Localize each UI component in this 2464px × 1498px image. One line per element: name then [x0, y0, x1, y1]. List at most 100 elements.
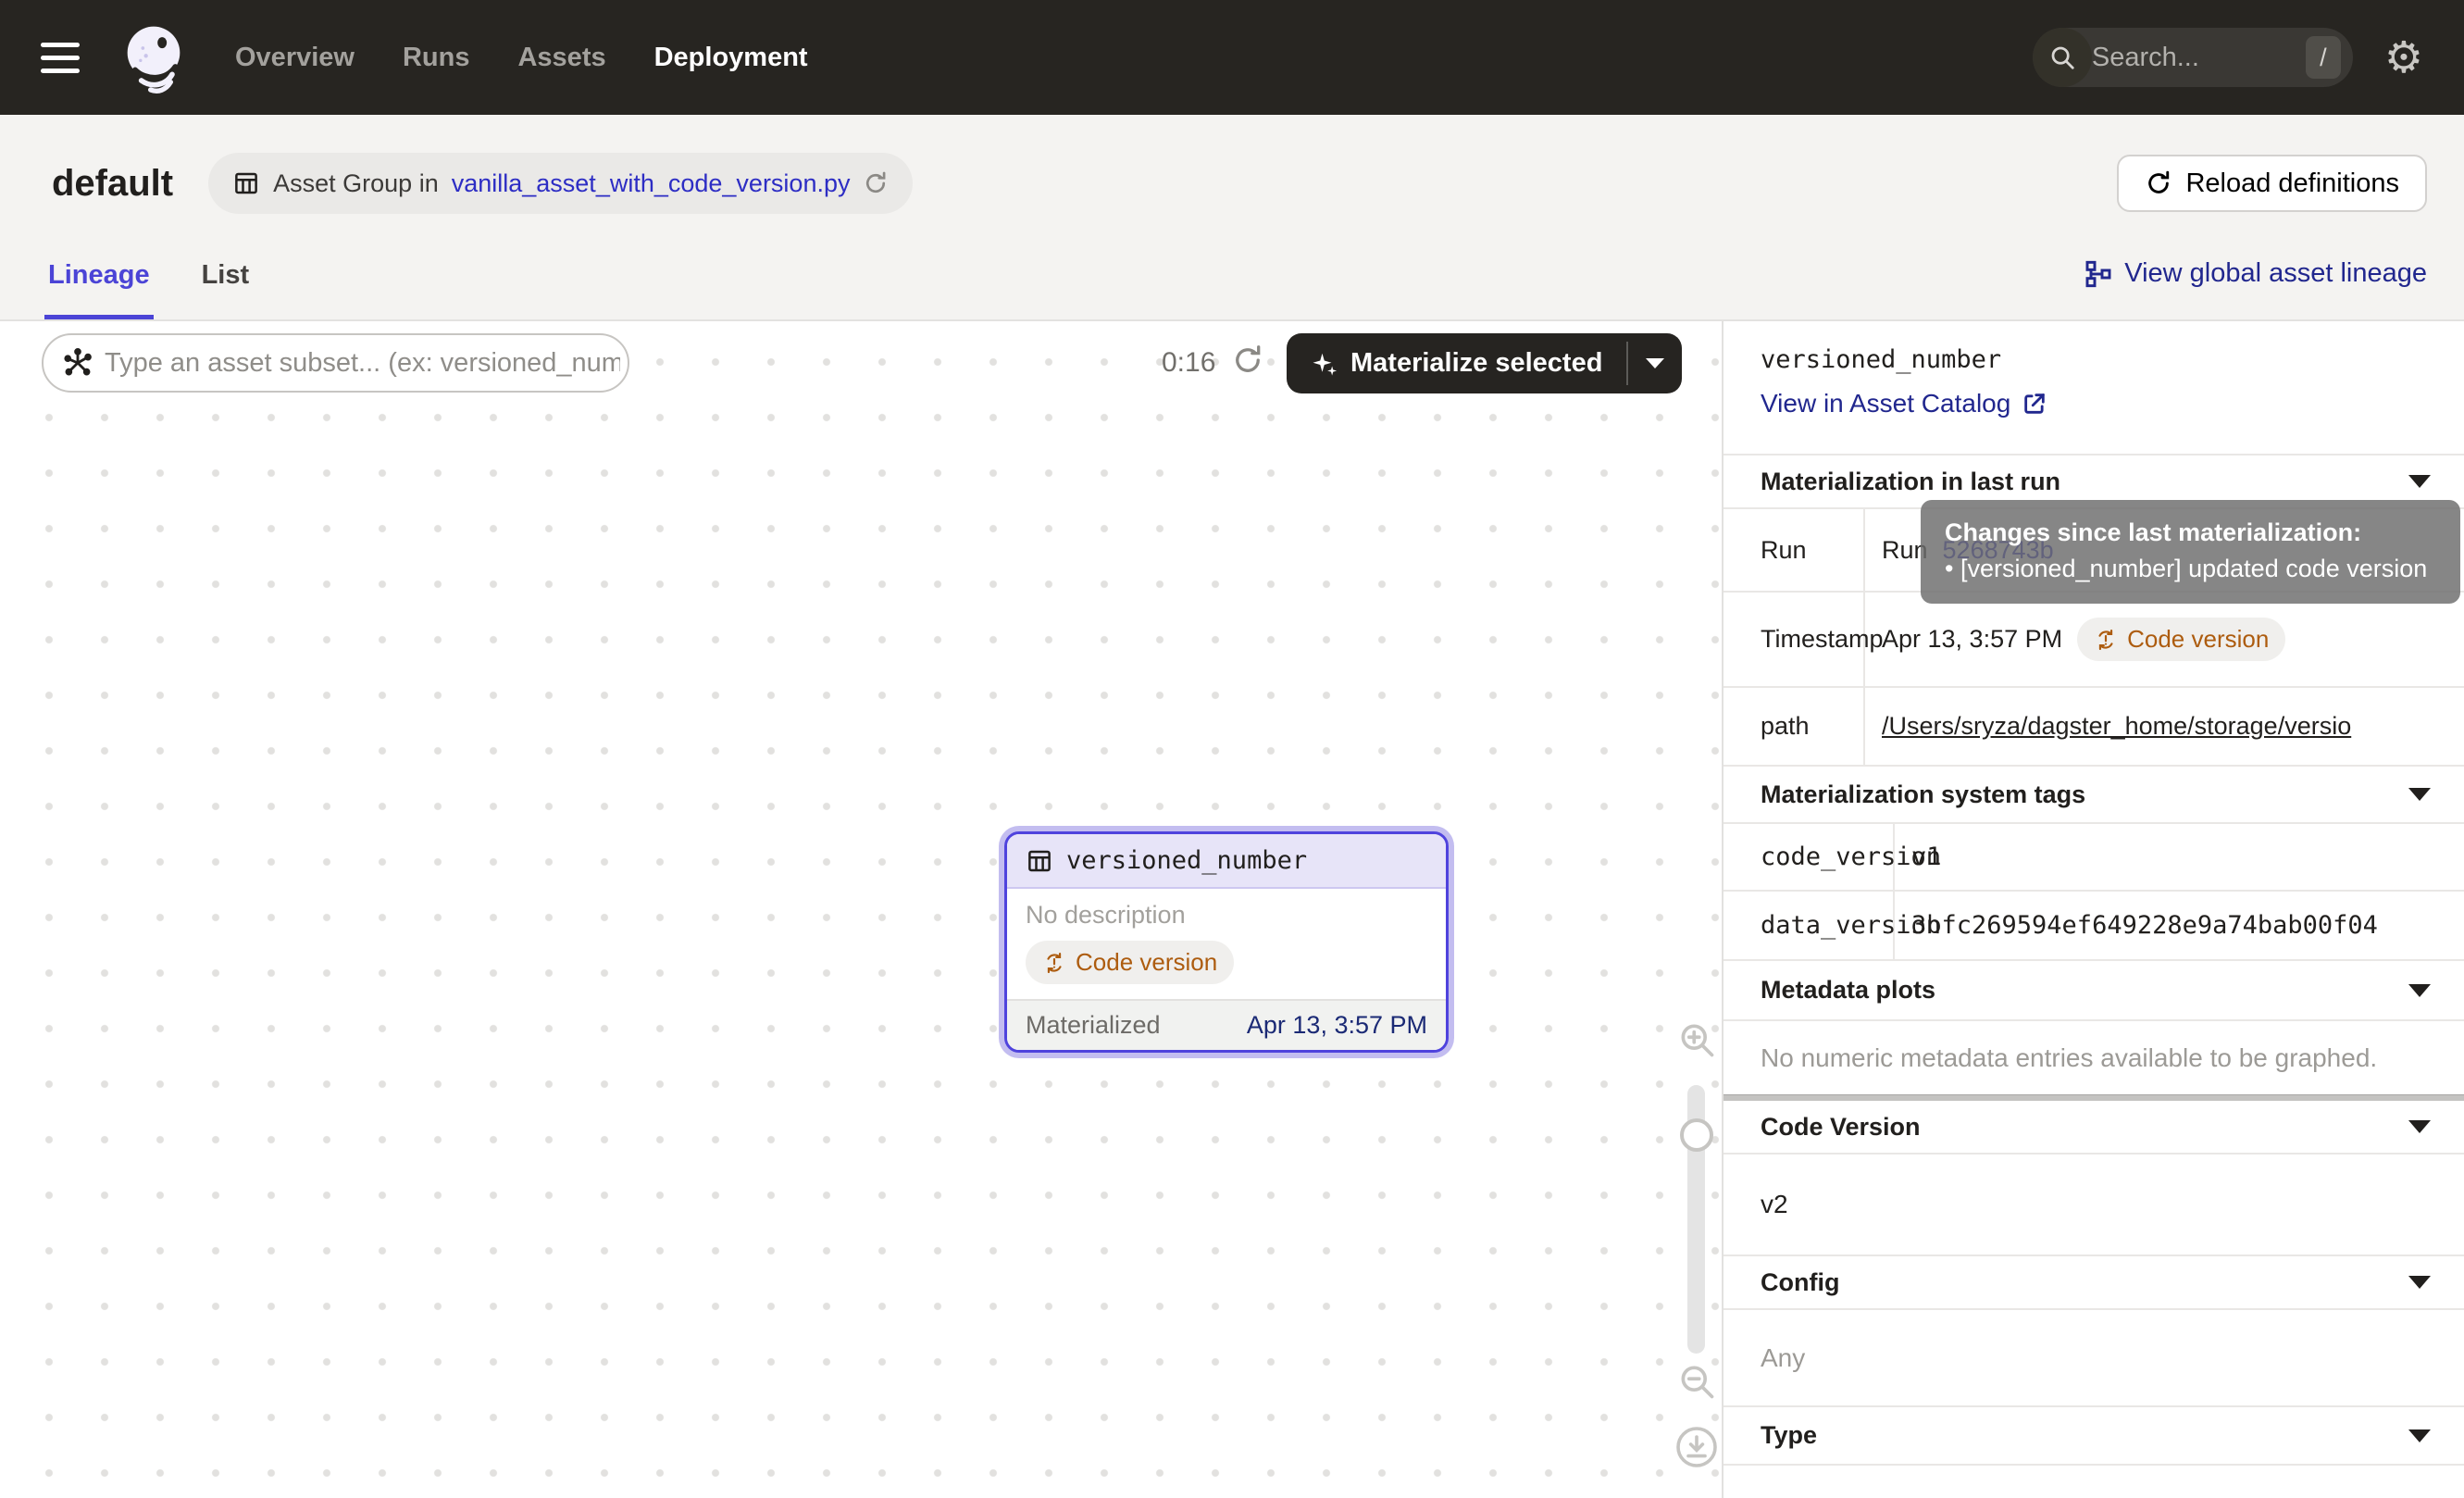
chevron-down-icon — [2408, 1429, 2431, 1442]
refresh-timer: 0:16 — [1162, 347, 1215, 379]
code-version-badge[interactable]: Code version — [2077, 618, 2285, 661]
search-input[interactable] — [2092, 43, 2306, 73]
code-version-badge[interactable]: Code version — [1026, 941, 1234, 984]
chevron-down-icon — [1646, 358, 1664, 368]
section-label: Materialization system tags — [1761, 780, 2085, 809]
nav-item-assets[interactable]: Assets — [517, 43, 605, 73]
gear-icon[interactable]: ⚙ — [2384, 36, 2423, 80]
download-view-icon[interactable] — [1674, 1425, 1719, 1474]
view-global-asset-lineage-link[interactable]: View global asset lineage — [2084, 258, 2427, 289]
panel-header: versioned_number View in Asset Catalog — [1724, 321, 2464, 456]
data-version-tag-row: data_version 3bfc269594ef649228e9a74bab0… — [1724, 892, 2464, 961]
asset-node-versioned-number[interactable]: versioned_number No description Code ver… — [1004, 831, 1449, 1053]
changes-tooltip: Changes since last materialization: [ver… — [1921, 500, 2460, 604]
asset-subset-input[interactable] — [105, 348, 620, 379]
asset-node-description: No description — [1026, 901, 1427, 930]
materialize-split-button: Materialize selected — [1287, 333, 1682, 393]
view-in-asset-catalog-link[interactable]: View in Asset Catalog — [1761, 389, 2047, 418]
run-row-label: Run — [1724, 509, 1865, 591]
tabs-bar: Lineage List View global asset lineage — [0, 228, 2464, 321]
chevron-down-icon — [2408, 984, 2431, 997]
external-link-icon — [2022, 391, 2047, 417]
metadata-plots-empty-text: No numeric metadata entries available to… — [1724, 1021, 2464, 1094]
timestamp-row: Timestamp Apr 13, 3:57 PM Code version — [1724, 593, 2464, 688]
data-version-tag-value: 3bfc269594ef649228e9a74bab00f04 — [1895, 892, 2464, 959]
changed-icon — [1042, 951, 1066, 975]
panel-splitter[interactable] — [1724, 1094, 2464, 1101]
search-shortcut-badge: / — [2306, 36, 2341, 79]
timestamp-row-label: Timestamp — [1724, 593, 1865, 686]
asset-group-pill: Asset Group in vanilla_asset_with_code_v… — [208, 153, 913, 214]
table-icon — [232, 169, 260, 197]
nav-items: Overview Runs Assets Deployment — [235, 43, 808, 73]
asset-group-label: Asset Group in — [273, 169, 439, 198]
code-version-badge-label: Code version — [2127, 625, 2269, 654]
table-icon — [1026, 847, 1053, 875]
path-row-label: path — [1724, 688, 1865, 765]
section-label: Metadata plots — [1761, 976, 1935, 1005]
reload-definitions-label: Reload definitions — [2185, 169, 2399, 199]
section-label: Materialization in last run — [1761, 468, 2060, 496]
section-label: Type — [1761, 1421, 1817, 1450]
asset-node-title: versioned_number — [1066, 846, 1307, 875]
section-label: Code Version — [1761, 1113, 1921, 1142]
chevron-down-icon — [2408, 1120, 2431, 1133]
refresh-icon[interactable] — [1231, 343, 1264, 377]
chevron-down-icon — [2408, 475, 2431, 488]
page-title: default — [52, 163, 173, 205]
materialized-status-label: Materialized — [1026, 1011, 1161, 1040]
asset-node-footer: Materialized Apr 13, 3:57 PM — [1007, 999, 1446, 1050]
lineage-canvas[interactable]: 0:16 Materialize selected versioned_numb… — [0, 321, 1722, 1498]
timestamp-value: Apr 13, 3:57 PM — [1882, 625, 2062, 654]
reload-definitions-button[interactable]: Reload definitions — [2117, 155, 2427, 212]
search-icon — [2033, 28, 2092, 87]
asset-subset-input-wrap — [42, 333, 629, 393]
op-selector-icon — [62, 347, 93, 379]
section-code-version[interactable]: Code Version — [1724, 1101, 2464, 1155]
tab-lineage[interactable]: Lineage — [44, 228, 154, 319]
chevron-down-icon — [2408, 1276, 2431, 1289]
tab-list[interactable]: List — [198, 228, 254, 319]
asset-group-file-link[interactable]: vanilla_asset_with_code_version.py — [452, 169, 851, 198]
zoom-in-icon[interactable] — [1676, 1019, 1717, 1065]
section-config[interactable]: Config — [1724, 1256, 2464, 1310]
view-in-asset-catalog-label: View in Asset Catalog — [1761, 389, 2010, 418]
code-version-tag-row: code_version v1 — [1724, 824, 2464, 892]
section-type[interactable]: Type — [1724, 1407, 2464, 1466]
view-global-asset-lineage-label: View global asset lineage — [2124, 258, 2427, 289]
changed-icon — [2094, 628, 2118, 652]
nav-item-deployment[interactable]: Deployment — [654, 43, 808, 73]
top-nav: Overview Runs Assets Deployment / ⚙ — [0, 0, 2464, 115]
nav-item-overview[interactable]: Overview — [235, 43, 355, 73]
refresh-icon — [2145, 169, 2172, 197]
nav-item-runs[interactable]: Runs — [403, 43, 470, 73]
page-header: default Asset Group in vanilla_asset_wit… — [0, 115, 2464, 228]
data-version-tag-label: data_version — [1724, 892, 1895, 959]
code-version-tag-value: v1 — [1895, 824, 2464, 890]
asset-node-header: versioned_number — [1007, 834, 1446, 889]
materialize-selected-button[interactable]: Materialize selected — [1287, 333, 1626, 393]
path-row: path /Users/sryza/dagster_home/storage/v… — [1724, 688, 2464, 767]
path-value-link[interactable]: /Users/sryza/dagster_home/storage/versio — [1882, 712, 2351, 741]
search-box[interactable]: / — [2033, 28, 2353, 87]
section-metadata-plots[interactable]: Metadata plots — [1724, 961, 2464, 1021]
zoom-out-icon[interactable] — [1676, 1361, 1717, 1406]
tooltip-title: Changes since last materialization: — [1945, 515, 2436, 551]
materialize-selected-label: Materialize selected — [1350, 348, 1602, 379]
menu-icon[interactable] — [41, 43, 89, 73]
section-label: Config — [1761, 1268, 1839, 1297]
materialized-time-link[interactable]: Apr 13, 3:57 PM — [1247, 1011, 1427, 1040]
section-materialization-system-tags[interactable]: Materialization system tags — [1724, 767, 2464, 824]
code-version-tag-label: code_version — [1724, 824, 1895, 890]
sparkle-icon — [1311, 350, 1338, 378]
dagster-logo[interactable] — [117, 20, 191, 94]
tooltip-item: [versioned_number] updated code version — [1945, 551, 2436, 587]
materialize-dropdown-button[interactable] — [1628, 333, 1682, 393]
code-version-badge-label: Code version — [1076, 948, 1217, 977]
refresh-icon[interactable] — [863, 170, 889, 196]
lineage-graph-icon — [2084, 259, 2113, 289]
config-value: Any — [1724, 1310, 2464, 1407]
zoom-slider-knob[interactable] — [1680, 1118, 1713, 1152]
chevron-down-icon — [2408, 788, 2431, 801]
panel-asset-title: versioned_number — [1761, 345, 2431, 374]
